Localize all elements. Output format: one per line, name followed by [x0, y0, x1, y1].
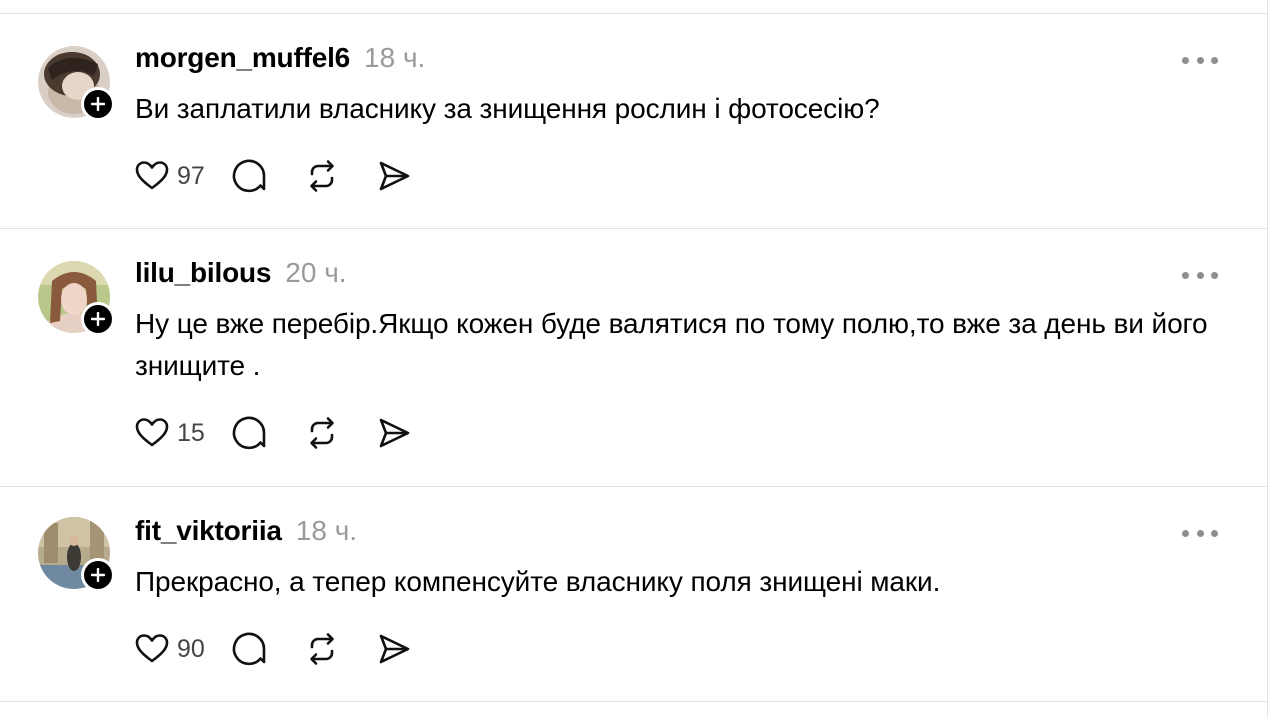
action-bar: 90: [133, 629, 447, 669]
repost-icon: [310, 417, 334, 449]
plus-icon: [91, 312, 105, 326]
comment-icon: [232, 159, 266, 193]
timestamp[interactable]: 18 ч.: [296, 515, 357, 547]
plus-icon: [91, 97, 105, 111]
like-count: 15: [177, 418, 205, 447]
avatar-container[interactable]: [38, 517, 115, 592]
post-text: Ну це вже перебір.Якщо кожен буде валяти…: [135, 308, 1208, 381]
comment-icon: [232, 632, 266, 666]
post-text: Ви заплатили власнику за знищення рослин…: [135, 93, 880, 124]
send-icon: [379, 418, 410, 448]
plus-icon: [91, 568, 105, 582]
reply-button[interactable]: [231, 414, 269, 452]
heart-icon: [135, 634, 169, 663]
timestamp[interactable]: 20 ч.: [285, 257, 346, 289]
like-button[interactable]: 15: [133, 414, 205, 452]
like-count: 97: [177, 161, 205, 190]
repost-icon: [310, 633, 334, 665]
share-button[interactable]: [375, 157, 413, 195]
follow-button[interactable]: [81, 302, 115, 336]
post-item: lilu_bilous 20 ч. Ну це вже перебір.Якщо…: [0, 229, 1268, 487]
reply-button[interactable]: [231, 630, 269, 668]
share-button[interactable]: [375, 630, 413, 668]
post-header: lilu_bilous 20 ч.: [135, 257, 347, 289]
username[interactable]: fit_viktoriia: [135, 515, 282, 547]
post-header: morgen_muffel6 18 ч.: [135, 42, 425, 74]
heart-icon: [135, 418, 169, 447]
like-button[interactable]: 90: [133, 630, 205, 668]
follow-button[interactable]: [81, 87, 115, 121]
action-bar: 97: [133, 156, 447, 196]
more-options-icon[interactable]: [1182, 54, 1218, 66]
reply-button[interactable]: [231, 157, 269, 195]
post-item: fit_viktoriia 18 ч. Прекрасно, а тепер к…: [0, 487, 1268, 702]
username[interactable]: lilu_bilous: [135, 257, 271, 289]
heart-icon: [135, 161, 169, 190]
avatar-container[interactable]: [38, 261, 115, 336]
send-icon: [379, 161, 410, 191]
like-count: 90: [177, 634, 205, 663]
avatar-container[interactable]: [38, 46, 115, 121]
more-options-icon[interactable]: [1182, 269, 1218, 281]
post-text: Прекрасно, а тепер компенсуйте власнику …: [135, 566, 941, 597]
repost-button[interactable]: [303, 157, 341, 195]
like-button[interactable]: 97: [133, 157, 205, 195]
repost-icon: [310, 160, 334, 192]
repost-button[interactable]: [303, 630, 341, 668]
more-options-icon[interactable]: [1182, 527, 1218, 539]
share-button[interactable]: [375, 414, 413, 452]
repost-button[interactable]: [303, 414, 341, 452]
action-bar: 15: [133, 413, 447, 453]
post-item: morgen_muffel6 18 ч. Ви заплатили власни…: [0, 14, 1268, 229]
comment-icon: [232, 416, 266, 450]
post-header: fit_viktoriia 18 ч.: [135, 515, 357, 547]
username[interactable]: morgen_muffel6: [135, 42, 350, 74]
send-icon: [379, 634, 410, 664]
follow-button[interactable]: [81, 558, 115, 592]
timestamp[interactable]: 18 ч.: [364, 42, 425, 74]
